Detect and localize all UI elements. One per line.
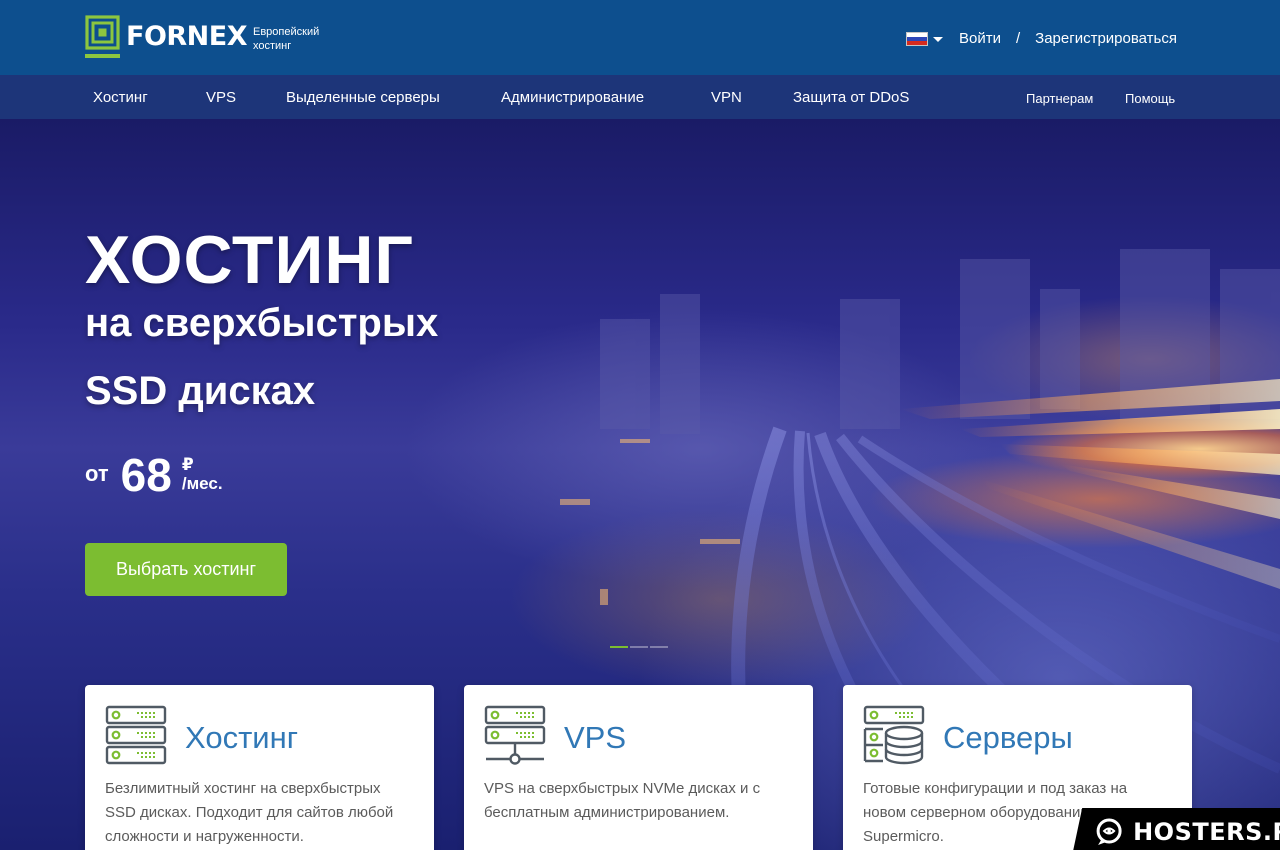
card-title: Хостинг [185, 720, 299, 755]
nav-item-dedicated-servers[interactable]: Выделенные серверы [286, 89, 440, 106]
top-header: FORNEX Европейский хостинг Войти / Зарег… [0, 0, 1280, 75]
nav-item-vps[interactable]: VPS [206, 89, 236, 106]
slide-dot[interactable] [610, 646, 628, 648]
hero-price: от 68 ₽ /мес. [85, 449, 223, 501]
price-unit: ₽ /мес. [182, 455, 223, 493]
nav-item-hosting[interactable]: Хостинг [93, 89, 148, 106]
card-title: VPS [564, 720, 627, 755]
auth-separator: / [1015, 30, 1021, 47]
server-rack-icon [105, 705, 167, 765]
nav-item-help[interactable]: Помощь [1125, 91, 1175, 106]
nav-item-vpn[interactable]: VPN [711, 89, 742, 106]
choose-hosting-button[interactable]: Выбрать хостинг [85, 543, 287, 596]
logo-wordmark: FORNEX [126, 21, 248, 52]
slide-dot[interactable] [650, 646, 668, 648]
price-currency: ₽ [181, 455, 194, 474]
main-nav: Хостинг VPS Выделенные серверы Администр… [0, 75, 1280, 119]
logo-tagline: Европейский хостинг [253, 26, 320, 52]
nav-item-administration[interactable]: Администрирование [501, 89, 644, 106]
nav-item-ddos-protection[interactable]: Защита от DDoS [793, 89, 909, 106]
card-description: Безлимитный хостинг на сверхбыстрых SSD … [105, 780, 394, 845]
watermark-text: HOSTERS.RU [1133, 818, 1280, 846]
auth-links: Войти / Зарегистрироваться [959, 30, 1177, 47]
language-selector[interactable] [906, 32, 943, 46]
server-database-icon [863, 705, 925, 765]
price-value: 68 [120, 449, 172, 501]
login-link[interactable]: Войти [959, 30, 1001, 47]
price-prefix: от [85, 461, 109, 486]
fornex-logo[interactable]: FORNEX [85, 15, 248, 59]
service-card-vps[interactable]: VPS VPS на сверхбыстрых NVMe дисках и с … [464, 685, 813, 850]
hosters-watermark: HOSTERS.RU [1072, 808, 1280, 850]
register-link[interactable]: Зарегистрироваться [1035, 30, 1177, 47]
hero-title: ХОСТИНГ [85, 222, 414, 298]
hero-subtitle-line2: SSD дисках [85, 369, 316, 413]
card-description: VPS на сверхбыстрых NVMe дисках и с бесп… [484, 780, 761, 821]
card-title: Серверы [943, 720, 1073, 755]
caret-down-icon [933, 36, 943, 42]
chat-bubble-icon [1096, 818, 1122, 845]
price-period: /мес. [181, 474, 223, 493]
slide-dot[interactable] [630, 646, 648, 648]
hero-subtitle-line1: на сверхбыстрых [85, 301, 439, 345]
slider-pagination [610, 646, 668, 648]
service-card-hosting[interactable]: Хостинг Безлимитный хостинг на сверхбыст… [85, 685, 434, 850]
fornex-logo-icon [85, 15, 120, 58]
russian-flag-icon [906, 32, 928, 46]
nav-item-partners[interactable]: Партнерам [1026, 91, 1093, 106]
network-server-icon [484, 705, 546, 765]
